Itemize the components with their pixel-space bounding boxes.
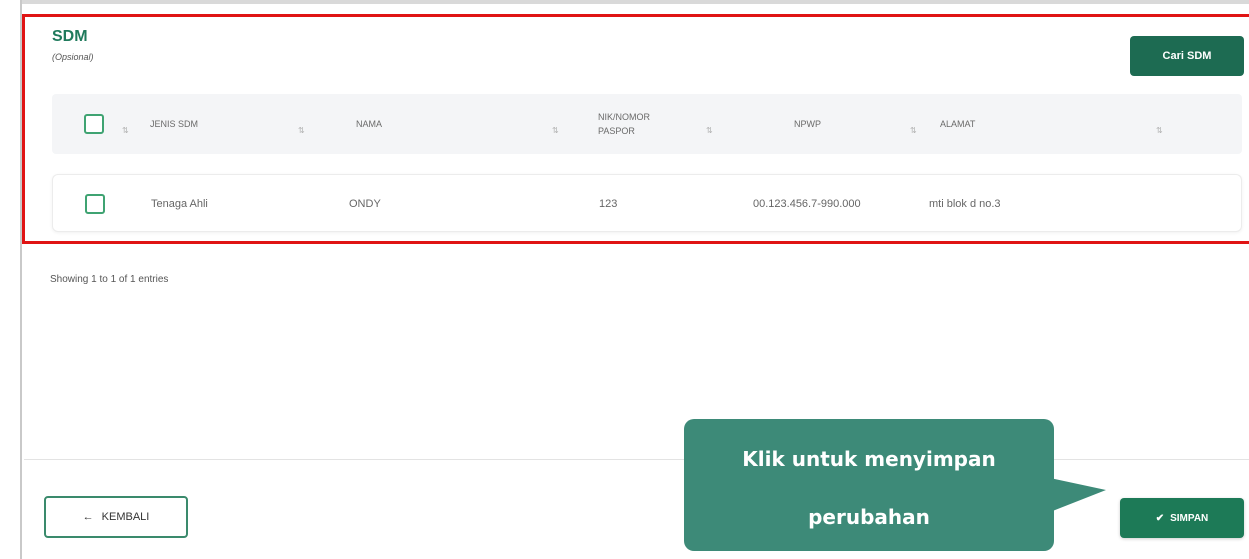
cell-nik: 123 <box>599 198 618 210</box>
window-top-edge <box>0 0 1249 4</box>
row-checkbox[interactable] <box>85 194 105 214</box>
tooltip-pointer <box>1050 478 1106 512</box>
kembali-button[interactable]: ← KEMBALI <box>44 496 188 538</box>
arrow-left-icon: ← <box>82 511 94 523</box>
table-row[interactable]: Tenaga Ahli ONDY 123 00.123.456.7-990.00… <box>52 174 1242 232</box>
sort-icon[interactable]: ⇅ <box>552 126 559 135</box>
cell-alamat: mti blok d no.3 <box>929 198 1001 210</box>
cari-sdm-button[interactable]: Cari SDM <box>1130 36 1244 76</box>
column-header-alamat[interactable]: ALAMAT <box>940 94 975 154</box>
footer-divider <box>24 459 1249 460</box>
simpan-label: SIMPAN <box>1170 512 1209 524</box>
sort-icon[interactable]: ⇅ <box>910 126 917 135</box>
column-header-npwp[interactable]: NPWP <box>794 94 821 154</box>
kembali-label: KEMBALI <box>101 511 150 523</box>
sort-icon[interactable]: ⇅ <box>706 126 713 135</box>
table-header: ⇅ JENIS SDM ⇅ NAMA ⇅ NIK/NOMOR PASPOR ⇅ … <box>52 94 1242 154</box>
cell-jenis-sdm: Tenaga Ahli <box>151 198 208 210</box>
sort-icon[interactable]: ⇅ <box>298 126 305 135</box>
cell-nama: ONDY <box>349 198 381 210</box>
instruction-tooltip: Klik untuk menyimpan perubahan <box>684 419 1054 551</box>
tooltip-line-1: Klik untuk menyimpan <box>742 447 996 471</box>
section-title: SDM <box>52 28 88 45</box>
table-info: Showing 1 to 1 of 1 entries <box>50 274 169 285</box>
column-header-nama[interactable]: NAMA <box>356 94 382 154</box>
column-header-nik[interactable]: NIK/NOMOR PASPOR <box>598 94 678 154</box>
window-left-edge <box>0 0 22 559</box>
select-all-checkbox[interactable] <box>84 114 104 134</box>
sort-icon[interactable]: ⇅ <box>1156 126 1163 135</box>
simpan-button[interactable]: ✔ SIMPAN <box>1120 498 1244 538</box>
cell-npwp: 00.123.456.7-990.000 <box>753 198 861 210</box>
section-subtitle: (Opsional) <box>52 52 94 62</box>
sort-icon[interactable]: ⇅ <box>122 126 129 135</box>
column-header-jenis-sdm[interactable]: JENIS SDM <box>150 94 198 154</box>
check-icon: ✔ <box>1155 512 1165 524</box>
tooltip-line-2: perubahan <box>808 505 930 529</box>
